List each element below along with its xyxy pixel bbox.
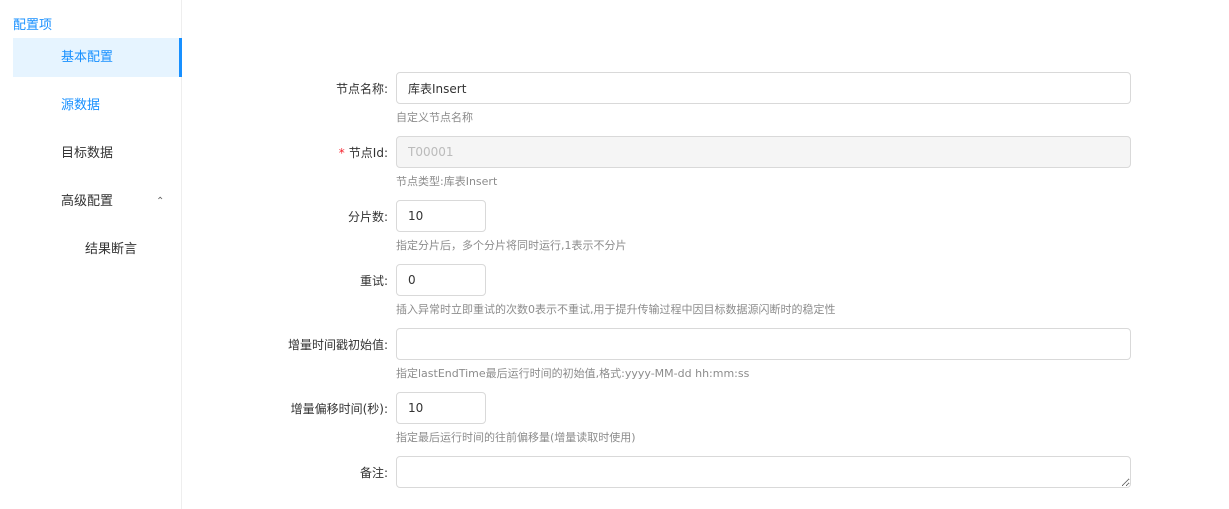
node-id-label-text: 节点Id: bbox=[348, 146, 388, 160]
sidebar-title: 配置项 bbox=[13, 18, 53, 33]
node-id-label: * 节点Id: bbox=[188, 144, 388, 161]
shards-hint: 指定分片后，多个分片将同时运行,1表示不分片 bbox=[396, 239, 627, 252]
node-name-label: 节点名称: bbox=[335, 82, 388, 96]
required-mark: * bbox=[338, 146, 345, 160]
sidebar-item-label: 高级配置 bbox=[61, 194, 114, 209]
retry-input[interactable] bbox=[396, 264, 486, 296]
remark-textarea[interactable] bbox=[396, 456, 1131, 488]
incr-ts-init-input[interactable] bbox=[396, 328, 1131, 360]
sidebar-item-target-data[interactable]: 目标数据 bbox=[13, 134, 182, 173]
retry-hint: 插入异常时立即重试的次数0表示不重试,用于提升传输过程中因目标数据源闪断时的稳定… bbox=[396, 303, 836, 316]
sidebar-item-source-data[interactable]: 源数据 bbox=[13, 86, 182, 125]
node-id-hint: 节点类型:库表Insert bbox=[396, 175, 498, 188]
incr-ts-init-label: 增量时间戳初始值: bbox=[287, 338, 388, 352]
node-name-hint: 自定义节点名称 bbox=[396, 111, 473, 124]
config-sidebar: 配置项 基本配置 源数据 目标数据 高级配置 ⌃ 结果断言 bbox=[0, 0, 182, 509]
shards-label: 分片数: bbox=[347, 210, 388, 224]
incr-ts-init-hint: 指定lastEndTime最后运行时间的初始值,格式:yyyy-MM-dd hh… bbox=[396, 367, 750, 380]
remark-label: 备注: bbox=[359, 466, 388, 480]
sidebar-item-advanced-config[interactable]: 高级配置 ⌃ bbox=[13, 182, 182, 221]
retry-label: 重试: bbox=[359, 274, 388, 288]
chevron-up-icon[interactable]: ⌃ bbox=[156, 182, 164, 221]
sidebar-item-result-assertion[interactable]: 结果断言 bbox=[13, 230, 182, 269]
incr-offset-label: 增量偏移时间(秒): bbox=[290, 402, 388, 416]
incr-offset-input[interactable] bbox=[396, 392, 486, 424]
node-id-input bbox=[396, 136, 1131, 168]
incr-offset-hint: 指定最后运行时间的往前偏移量(增量读取时使用) bbox=[396, 431, 636, 444]
shards-input[interactable] bbox=[396, 200, 486, 232]
sidebar-item-basic-config[interactable]: 基本配置 bbox=[13, 38, 182, 77]
node-name-input[interactable] bbox=[396, 72, 1131, 104]
